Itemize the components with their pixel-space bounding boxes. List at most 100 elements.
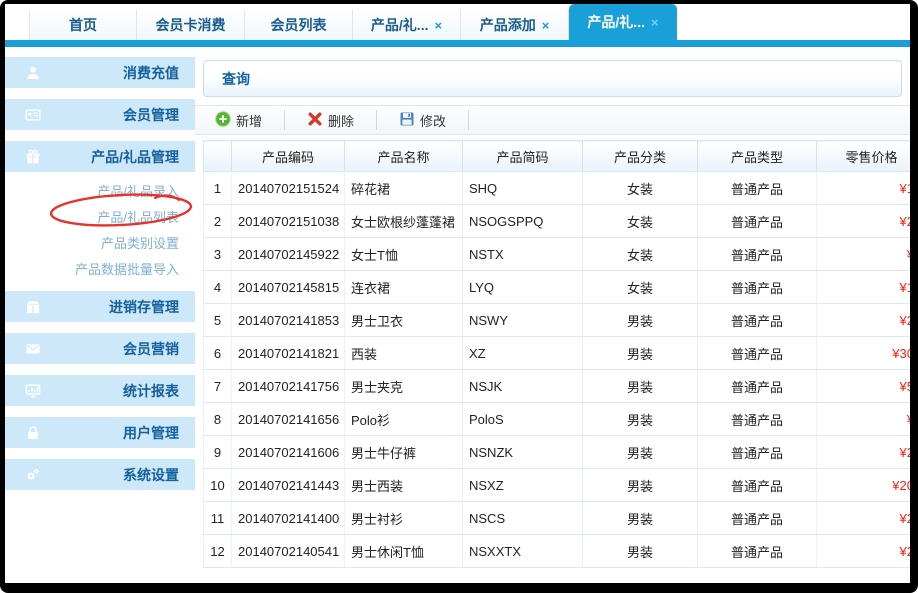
cell-short-code: NSOGSPPQ [463, 205, 583, 238]
sidebar-item-consume-recharge[interactable]: 消费充值 [5, 57, 195, 88]
cell-code: 20140702151038 [232, 205, 345, 238]
cell-short-code: XZ [463, 337, 583, 370]
table-row[interactable]: 620140702141821西装XZ男装普通产品¥30 [204, 337, 911, 370]
table-row[interactable]: 120140702151524碎花裙SHQ女装普通产品¥1 [204, 172, 911, 205]
box-icon [25, 299, 41, 315]
sidebar-item-product-mgmt[interactable]: 产品/礼品管理 [5, 141, 195, 172]
delete-button[interactable]: 删除 [301, 111, 360, 130]
cell-short-code: NSJK [463, 370, 583, 403]
table-row[interactable]: 1120140702141400男士衬衫NSCS男装普通产品¥2 [204, 502, 911, 535]
cell-code: 20140702141756 [232, 370, 345, 403]
table-row[interactable]: 220140702151038女士欧根纱蓬蓬裙NSOGSPPQ女装普通产品¥2 [204, 205, 911, 238]
sidebar-subitem-batch-import[interactable]: 产品数据批量导入 [5, 257, 195, 283]
cell-price: ¥ [817, 238, 911, 271]
tab-product-add[interactable]: 产品添加× [461, 10, 569, 40]
edit-button-label: 修改 [420, 111, 446, 130]
tab-product-1[interactable]: 产品/礼... × [353, 10, 461, 40]
cell-price: ¥1 [817, 172, 911, 205]
tab-bar: 首页 会员卡消费 会员列表 产品/礼... × 产品添加× 产品/礼... × [5, 4, 910, 40]
cell-index: 9 [204, 436, 232, 469]
cell-type: 普通产品 [698, 469, 817, 502]
tab-member-list[interactable]: 会员列表 [245, 10, 353, 40]
header-retail-price[interactable]: 零售价格 [817, 141, 911, 172]
tab-label: 产品/礼... [371, 15, 429, 35]
query-panel-header[interactable]: 查询 [203, 60, 902, 97]
table-row[interactable]: 720140702141756男士夹克NSJK男装普通产品¥5 [204, 370, 911, 403]
idcard-icon [25, 107, 41, 123]
cell-category: 女装 [583, 172, 698, 205]
save-icon [399, 111, 415, 130]
tab-label: 会员列表 [271, 15, 327, 35]
cell-index: 2 [204, 205, 232, 238]
cell-index: 11 [204, 502, 232, 535]
table-header-row: 产品编码 产品名称 产品简码 产品分类 产品类型 零售价格 [204, 141, 911, 172]
sidebar-subitem-category-setting[interactable]: 产品类别设置 [5, 231, 195, 257]
header-short-code[interactable]: 产品简码 [463, 141, 583, 172]
close-icon[interactable]: × [651, 15, 659, 30]
sidebar-subitem-product-list[interactable]: 产品/礼品列表 [5, 205, 195, 231]
table-row[interactable]: 520140702141853男士卫衣NSWY男装普通产品¥2 [204, 304, 911, 337]
cell-category: 男装 [583, 337, 698, 370]
header-product-name[interactable]: 产品名称 [345, 141, 463, 172]
sidebar-item-label: 进销存管理 [41, 297, 179, 317]
sidebar-subitem-product-entry[interactable]: 产品/礼品录入 [5, 179, 195, 205]
table-row[interactable]: 920140702141606男士牛仔裤NSNZK男装普通产品¥2 [204, 436, 911, 469]
header-category[interactable]: 产品分类 [583, 141, 698, 172]
cell-index: 6 [204, 337, 232, 370]
sidebar-item-label: 会员营销 [41, 339, 179, 359]
table-row[interactable]: 1020140702141443男士西装NSXZ男装普通产品¥20 [204, 469, 911, 502]
cell-code: 20140702140541 [232, 535, 345, 568]
sidebar: 消费充值 会员管理 产品/礼品管理 产品/礼品录入 产品/礼品列表 [5, 47, 195, 583]
tab-card-consume[interactable]: 会员卡消费 [137, 10, 245, 40]
toolbar: 新增 删除 修改 [195, 105, 910, 135]
cell-type: 普通产品 [698, 502, 817, 535]
cell-price: ¥ [817, 403, 911, 436]
cell-index: 10 [204, 469, 232, 502]
cell-name: 女士欧根纱蓬蓬裙 [345, 205, 463, 238]
add-button[interactable]: 新增 [209, 111, 268, 130]
tab-product-list-active[interactable]: 产品/礼... × [569, 4, 677, 40]
cell-index: 5 [204, 304, 232, 337]
cell-type: 普通产品 [698, 337, 817, 370]
header-product-code[interactable]: 产品编码 [232, 141, 345, 172]
close-icon[interactable]: × [542, 18, 550, 33]
cell-short-code: NSWY [463, 304, 583, 337]
add-button-label: 新增 [236, 111, 262, 130]
cell-category: 男装 [583, 502, 698, 535]
header-type[interactable]: 产品类型 [698, 141, 817, 172]
cell-type: 普通产品 [698, 205, 817, 238]
cell-name: 男士西装 [345, 469, 463, 502]
sidebar-item-label: 系统设置 [41, 465, 179, 485]
sidebar-item-system-settings[interactable]: 系统设置 [5, 459, 195, 490]
user-icon [25, 65, 41, 81]
table-row[interactable]: 420140702145815连衣裙LYQ女装普通产品¥1 [204, 271, 911, 304]
table-row[interactable]: 1220140702140541男士休闲T恤NSXXTX男装普通产品¥2 [204, 535, 911, 568]
edit-button[interactable]: 修改 [393, 111, 452, 130]
tab-label: 产品/礼... [587, 12, 645, 32]
cell-price: ¥20 [817, 469, 911, 502]
table-row[interactable]: 320140702145922女士T恤NSTX女装普通产品¥ [204, 238, 911, 271]
sidebar-item-statistics-reports[interactable]: 统计报表 [5, 375, 195, 406]
cell-index: 7 [204, 370, 232, 403]
sidebar-item-member-mgmt[interactable]: 会员管理 [5, 99, 195, 130]
gift-icon [25, 149, 41, 165]
content-area: 查询 新增 删除 [195, 47, 910, 583]
cell-short-code: NSXZ [463, 469, 583, 502]
cell-short-code: LYQ [463, 271, 583, 304]
cell-short-code: NSCS [463, 502, 583, 535]
delete-icon [307, 111, 323, 130]
cell-price: ¥2 [817, 502, 911, 535]
sidebar-item-member-marketing[interactable]: 会员营销 [5, 333, 195, 364]
cell-type: 普通产品 [698, 304, 817, 337]
cell-short-code: PoloS [463, 403, 583, 436]
sidebar-item-inventory-mgmt[interactable]: 进销存管理 [5, 291, 195, 322]
sidebar-item-label: 产品/礼品管理 [41, 147, 179, 167]
cell-index: 3 [204, 238, 232, 271]
cell-price: ¥2 [817, 535, 911, 568]
sidebar-item-user-mgmt[interactable]: 用户管理 [5, 417, 195, 448]
table-row[interactable]: 820140702141656Polo衫PoloS男装普通产品¥ [204, 403, 911, 436]
sidebar-item-label: 消费充值 [41, 63, 179, 83]
tab-home[interactable]: 首页 [29, 10, 137, 40]
close-icon[interactable]: × [434, 18, 442, 33]
cell-short-code: SHQ [463, 172, 583, 205]
